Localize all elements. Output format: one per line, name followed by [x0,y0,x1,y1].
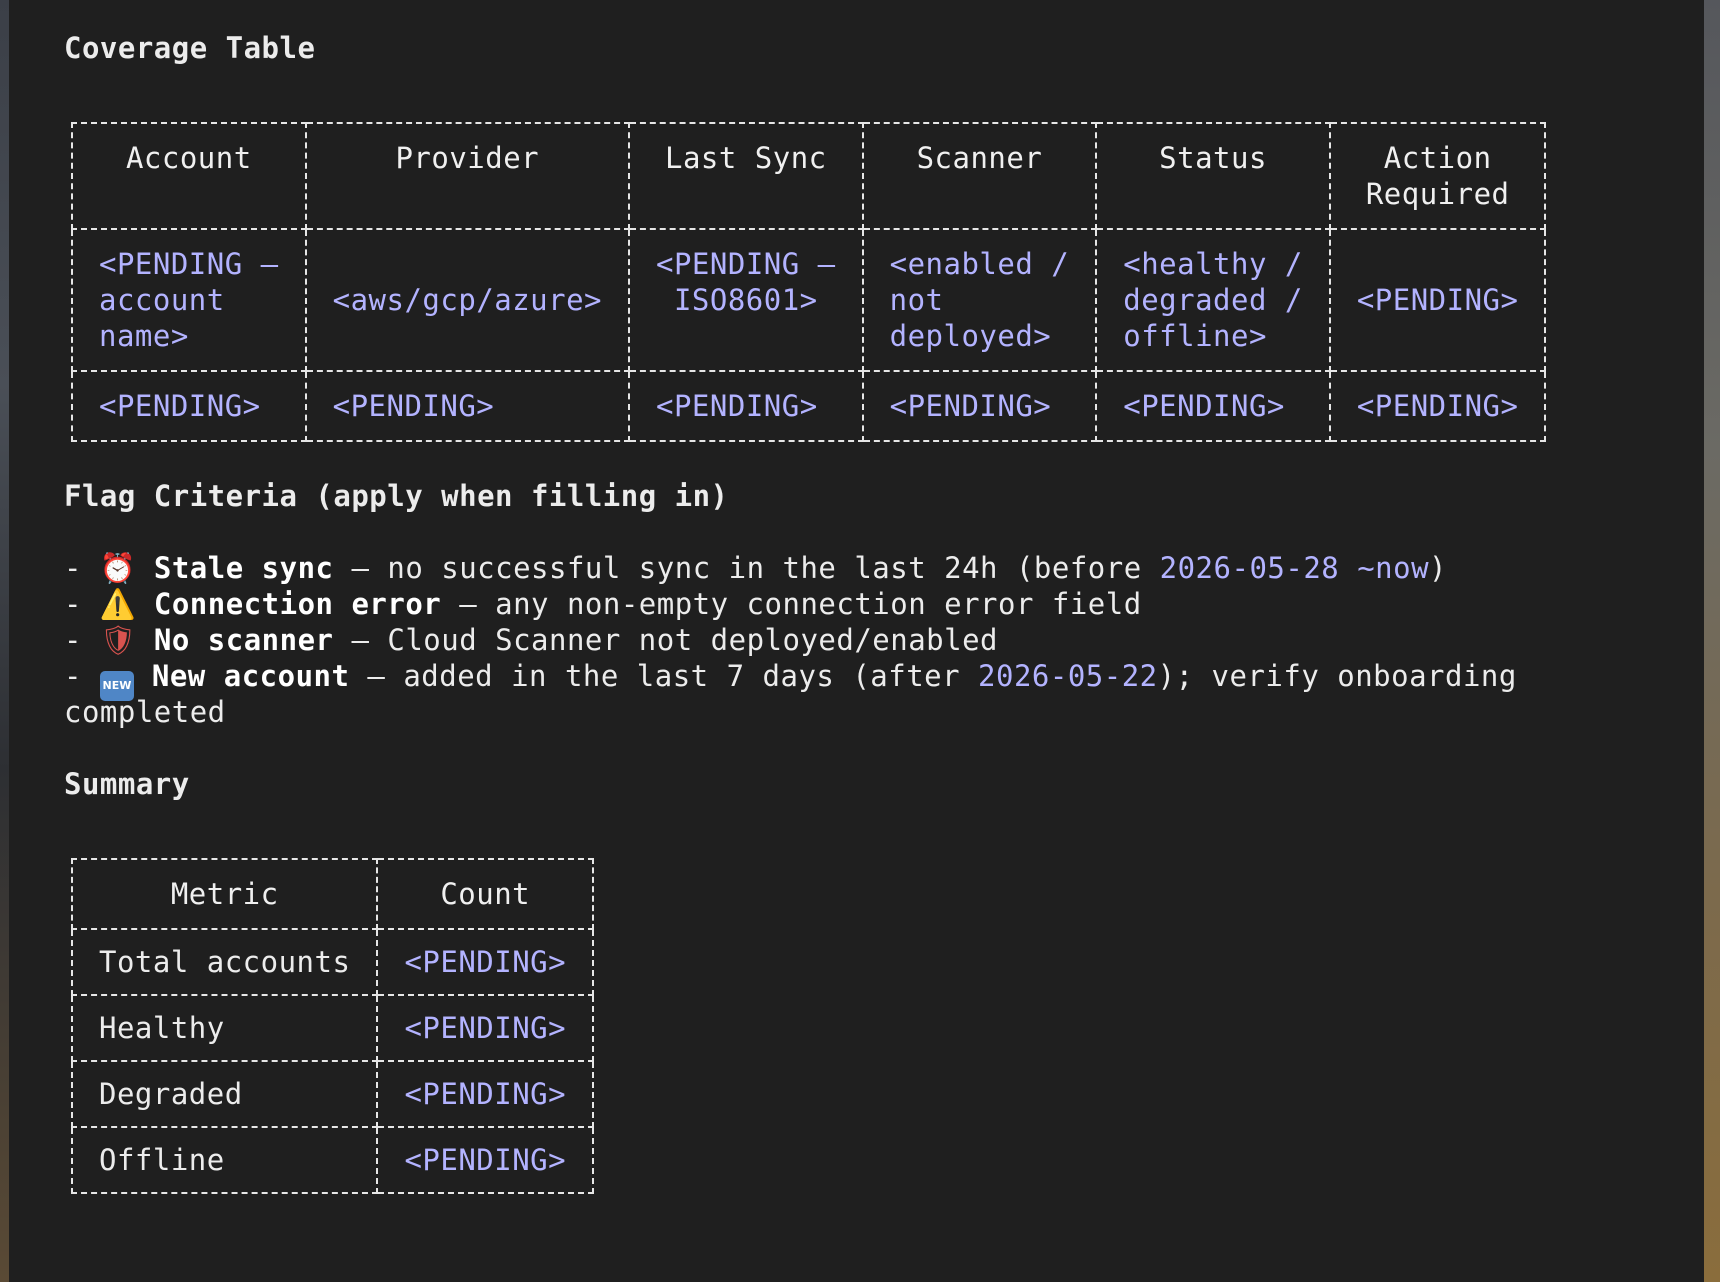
coverage-header-provider: Provider [304,122,631,230]
metric-count: <PENDING> [376,928,595,996]
table-row: <PENDING — account name> <aws/gcp/azure>… [71,228,1547,372]
list-item: - ⚠️ Connection error — any non-empty co… [64,587,1142,621]
shield-icon: 🛡 [99,623,138,657]
flag-description: — any non-empty connection error field [441,587,1142,621]
cell-status: <PENDING> [1095,370,1331,442]
flag-label: No scanner [153,623,334,657]
coverage-header-action-required: Action Required [1328,122,1547,230]
coverage-table: Account Provider Last Sync Scanner Statu… [71,122,1547,442]
flag-description: — no successful sync in the last 24h (be… [333,551,1160,585]
cell-action-required: <PENDING> [1328,370,1547,442]
flag-label: Stale sync [153,551,334,585]
metric-label: Degraded [70,1060,379,1128]
warning-icon: ⚠️ [99,587,137,621]
list-item-continuation: completed [64,695,226,729]
cell-provider: <PENDING> [304,370,631,442]
metric-label: Healthy [70,994,379,1062]
cell-scanner: <enabled / not deployed> [861,228,1098,372]
coverage-table-title: Coverage Table [64,31,316,65]
table-row: Degraded <PENDING> [70,1060,595,1128]
flag-description-end: ); verify onboarding [1157,659,1517,693]
summary-header-count: Count [376,858,595,930]
flag-date: 2026-05-22 [978,659,1158,693]
coverage-header-row: Account Provider Last Sync Scanner Statu… [71,122,1547,230]
cell-last-sync: <PENDING — ISO8601> [628,228,864,372]
cell-account: <PENDING> [71,370,307,442]
flag-description: — added in the last 7 days (after [349,659,979,693]
cell-action-required: <PENDING> [1328,228,1547,372]
list-item: - ⏰ Stale sync — no successful sync in t… [64,551,1448,585]
cell-provider: <aws/gcp/azure> [304,228,631,372]
metric-label: Total accounts [70,928,379,996]
summary-header-row: Metric Count [70,858,595,930]
summary-title: Summary [64,767,190,801]
metric-count: <PENDING> [376,1126,595,1194]
alarm-clock-icon: ⏰ [99,551,137,585]
flag-label: Connection error [153,587,442,621]
coverage-header-last-sync: Last Sync [628,122,864,230]
cell-scanner: <PENDING> [861,370,1098,442]
desktop-edge-right [1703,0,1720,1282]
terminal-window: Coverage Table Account Provider Last Syn… [9,0,1704,1282]
table-row: <PENDING> <PENDING> <PENDING> <PENDING> … [71,370,1547,442]
coverage-header-scanner: Scanner [861,122,1098,230]
metric-count: <PENDING> [376,1060,595,1128]
flag-date: 2026-05-28 ~now [1159,551,1430,585]
flag-description: — Cloud Scanner not deployed/enabled [333,623,999,657]
desktop-edge-left [0,0,9,1282]
summary-table: Metric Count Total accounts <PENDING> He… [70,858,595,1194]
flag-description-end: ) [1429,551,1448,585]
table-row: Total accounts <PENDING> [70,928,595,996]
metric-count: <PENDING> [376,994,595,1062]
cell-account: <PENDING — account name> [71,228,307,372]
terminal-output: Coverage Table Account Provider Last Syn… [64,30,1664,1194]
flag-criteria-title: Flag Criteria (apply when filling in) [64,479,729,513]
flag-label: New account [151,659,350,693]
table-row: Offline <PENDING> [70,1126,595,1194]
cell-last-sync: <PENDING> [628,370,864,442]
coverage-header-account: Account [71,122,307,230]
list-item: - NEW New account — added in the last 7 … [64,658,1664,701]
table-row: Healthy <PENDING> [70,994,595,1062]
metric-label: Offline [70,1126,379,1194]
flag-criteria-list: - ⏰ Stale sync — no successful sync in t… [64,550,1664,730]
coverage-header-status: Status [1095,122,1331,230]
summary-header-metric: Metric [70,858,379,930]
cell-status: <healthy / degraded / offline> [1095,228,1331,372]
list-item: - 🛡 No scanner — Cloud Scanner not deplo… [64,623,999,657]
